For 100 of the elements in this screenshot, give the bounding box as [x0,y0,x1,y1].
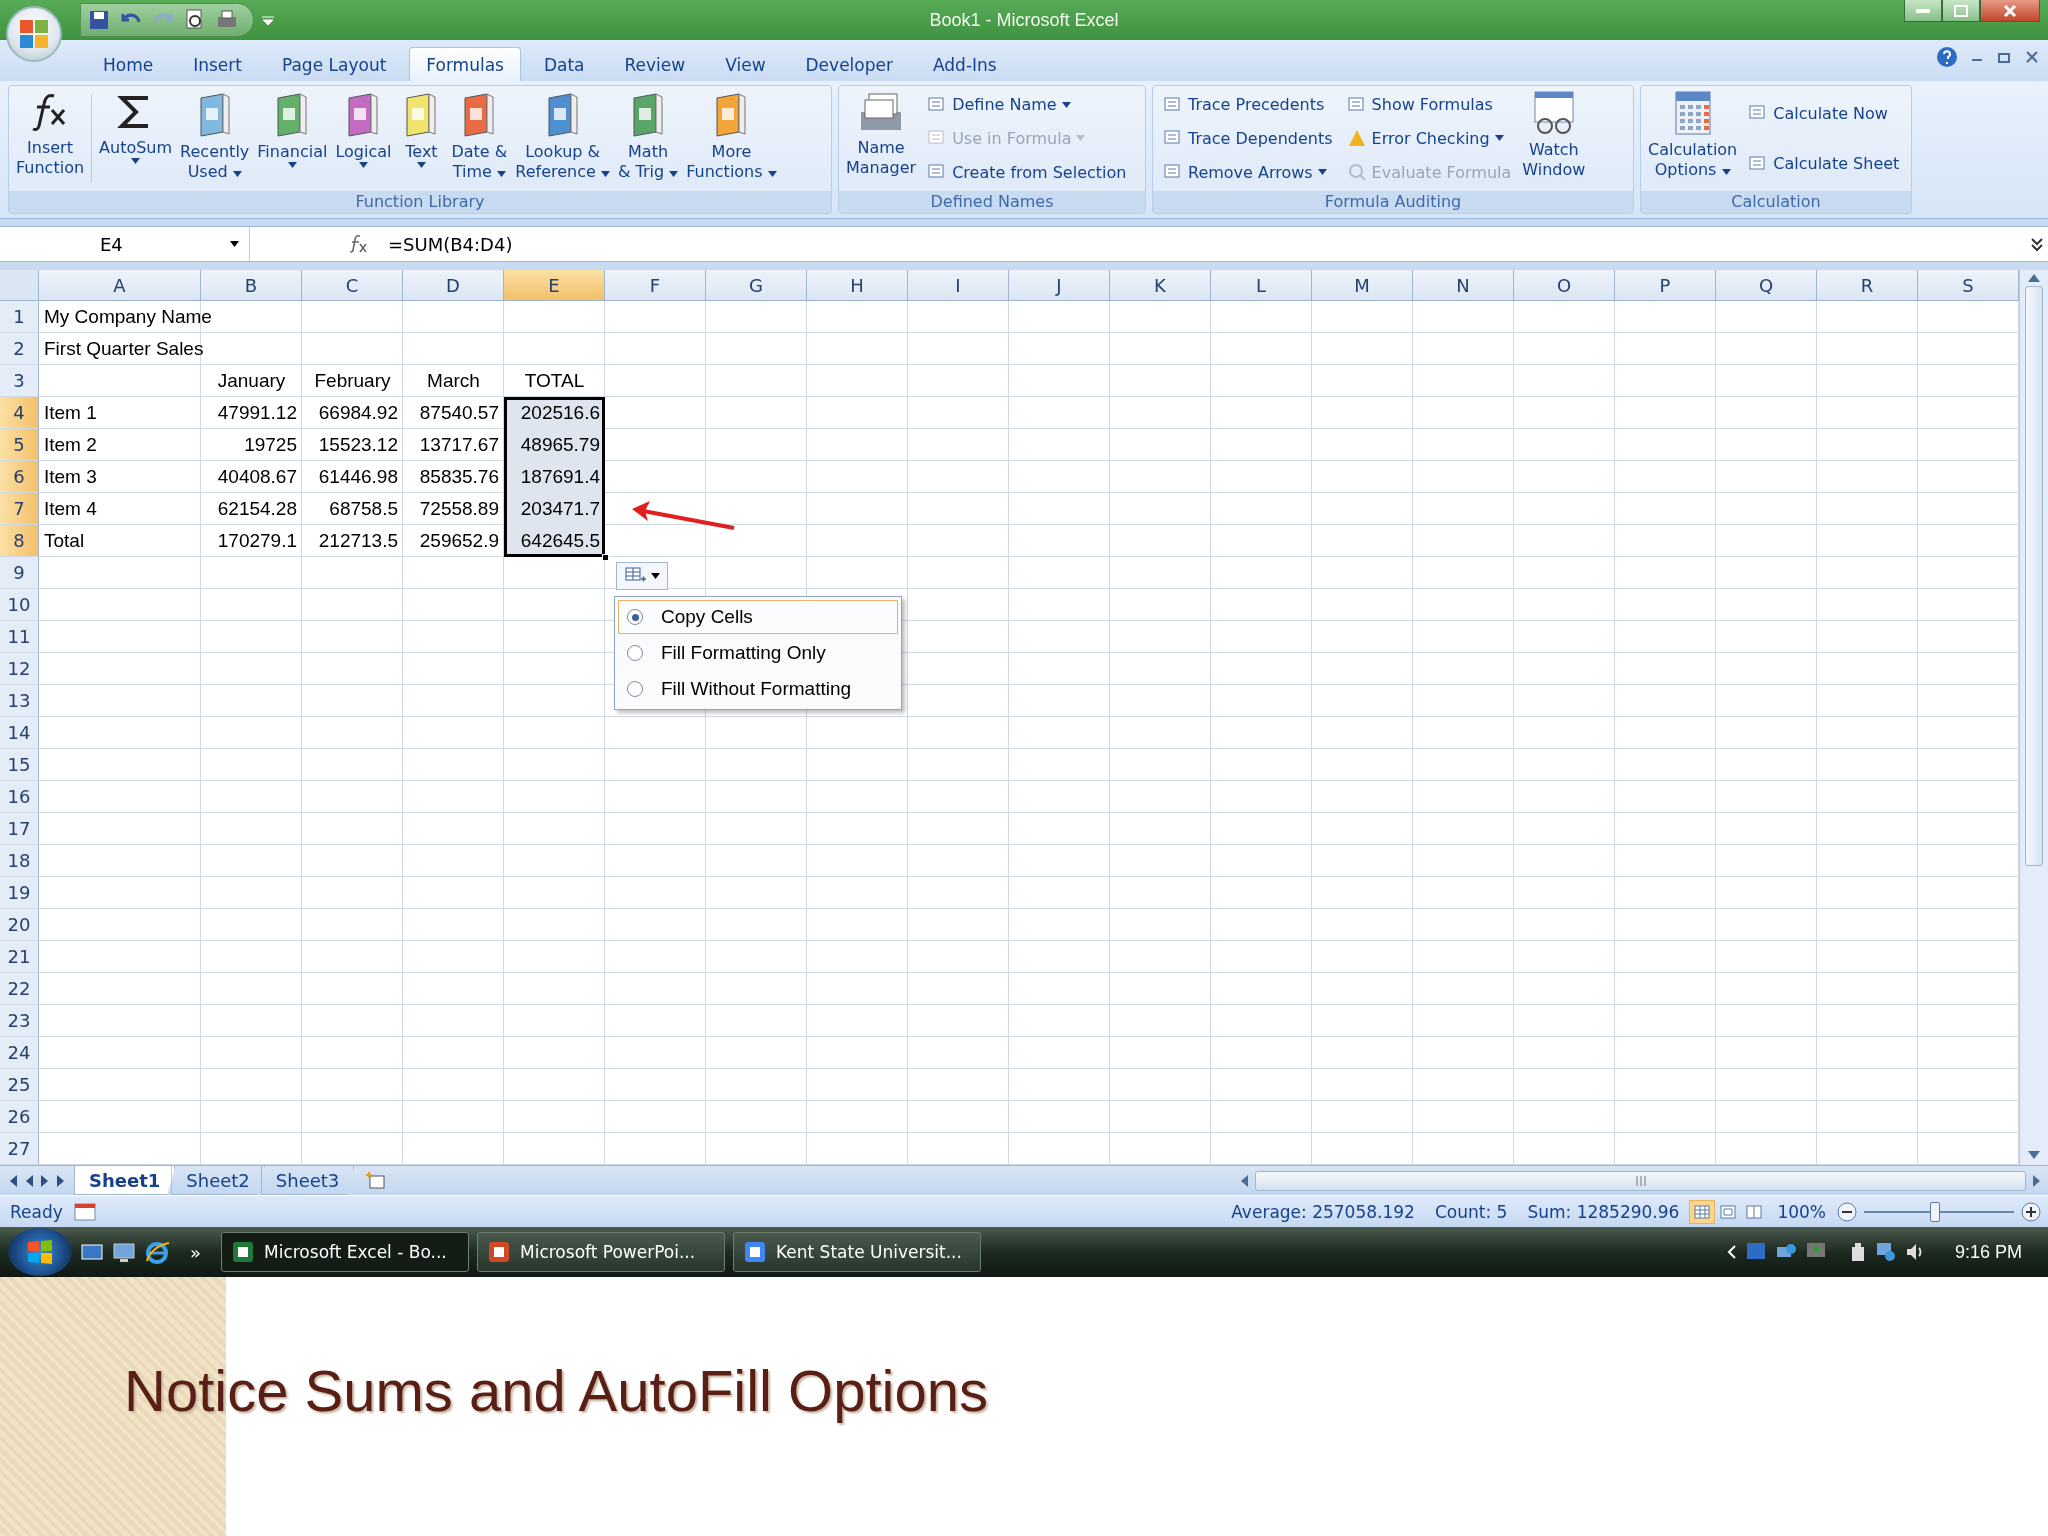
scroll-thumb[interactable] [2025,286,2043,866]
maximize-button[interactable] [1942,0,1980,22]
ribbon-button[interactable]: Math & Trig [614,88,682,189]
row-header[interactable]: 15 [0,749,39,781]
browser-icon[interactable] [144,1239,170,1265]
sheet-tab[interactable]: Sheet1 [74,1166,176,1195]
taskbar-button[interactable]: Microsoft PowerPoi... [477,1232,725,1272]
ribbon-button[interactable]: Calculate Now [1746,103,1902,124]
ribbon-button[interactable]: AutoSum [96,88,176,189]
scroll-up-icon[interactable] [2028,274,2040,282]
row-header[interactable]: 22 [0,973,39,1005]
scroll-right-icon[interactable] [2032,1174,2042,1187]
close-icon[interactable] [2026,51,2038,63]
ribbon-tab[interactable]: Home [86,47,171,81]
customize-caret-icon[interactable] [262,15,274,25]
row-header[interactable]: 25 [0,1069,39,1101]
column-header[interactable]: S [1918,270,2019,301]
row-header[interactable]: 14 [0,717,39,749]
column-header[interactable]: K [1110,270,1211,301]
ribbon-tab[interactable]: Add-Ins [915,47,1014,81]
ribbon-button[interactable]: Create from Selection [925,162,1129,183]
save-icon[interactable] [87,8,111,32]
row-header[interactable]: 26 [0,1101,39,1133]
scroll-left-icon[interactable] [1239,1174,1249,1187]
ribbon-tab[interactable]: Formulas [409,47,521,81]
ribbon-button[interactable]: Show Formulas [1344,94,1514,115]
row-header[interactable]: 21 [0,941,39,973]
chevron-left-icon[interactable] [1726,1245,1737,1259]
scroll-down-icon[interactable] [2028,1151,2040,1159]
start-button[interactable] [8,1228,72,1276]
column-header[interactable]: E [504,270,605,301]
ribbon-button[interactable]: Calculation Options [1645,88,1741,189]
row-header[interactable]: 2 [0,333,39,365]
fill-handle[interactable] [602,554,609,561]
help-icon[interactable] [1936,46,1958,68]
ribbon-button[interactable]: Lookup & Reference [512,88,613,189]
scroll-thumb[interactable] [1255,1170,2026,1191]
ribbon-button[interactable]: Calculate Sheet [1746,153,1902,174]
macro-record-icon[interactable] [72,1201,97,1222]
row-header[interactable]: 6 [0,461,39,493]
row-header[interactable]: 16 [0,781,39,813]
ribbon-button[interactable]: Trace Dependents [1161,128,1335,149]
ribbon-button[interactable]: Trace Precedents [1161,94,1335,115]
ribbon-tab[interactable]: Page Layout [264,47,404,81]
row-header[interactable]: 27 [0,1133,39,1165]
next-sheet-icon[interactable] [40,1174,50,1187]
ribbon-button[interactable]: Name Manager [843,88,920,189]
radio-button[interactable] [627,681,643,697]
network-icon[interactable] [1874,1241,1897,1263]
column-header[interactable]: H [807,270,908,301]
column-header[interactable]: Q [1716,270,1817,301]
more-button[interactable]: » [178,1241,213,1263]
ribbon-tab[interactable]: View [708,47,783,81]
ribbon-button[interactable]: Recently Used [177,88,253,189]
row-header[interactable]: 8 [0,525,39,557]
row-header[interactable]: 20 [0,909,39,941]
column-header[interactable]: D [403,270,504,301]
radio-button[interactable] [627,645,643,661]
vertical-scrollbar[interactable] [2019,270,2048,1165]
name-box[interactable]: E4 [0,227,250,261]
row-header[interactable]: 4 [0,397,39,429]
row-header[interactable]: 10 [0,589,39,621]
row-header[interactable]: 5 [0,429,39,461]
zoom-in-icon[interactable] [2020,1200,2042,1223]
row-header[interactable]: 13 [0,685,39,717]
ribbon-button[interactable]: Insert Function [13,88,88,189]
taskbar-button[interactable]: Microsoft Excel - Bo... [221,1232,469,1272]
column-header[interactable]: R [1817,270,1918,301]
column-header[interactable]: C [302,270,403,301]
ribbon-button[interactable]: More Functions [683,88,780,189]
previous-sheet-icon[interactable] [24,1174,34,1187]
last-sheet-icon[interactable] [56,1174,66,1187]
ribbon-tab[interactable]: Insert [176,47,259,81]
ribbon-button[interactable]: Remove Arrows [1161,162,1335,183]
ribbon-tab[interactable]: Data [526,47,602,81]
ribbon-button[interactable]: Date & Time [448,88,511,189]
ribbon-button[interactable]: Logical [332,88,395,189]
first-sheet-icon[interactable] [8,1174,18,1187]
column-header[interactable]: J [1009,270,1110,301]
taskbar-button[interactable]: Kent State Universit... [733,1232,981,1272]
row-header[interactable]: 17 [0,813,39,845]
row-header[interactable]: 1 [0,301,39,333]
column-header[interactable]: A [39,270,201,301]
menu-item[interactable]: Copy Cells [618,600,898,634]
zoom-out-icon[interactable] [1836,1200,1858,1223]
column-header[interactable]: P [1615,270,1716,301]
close-button[interactable] [1980,0,2040,22]
column-header[interactable]: L [1211,270,1312,301]
switch-windows-icon[interactable] [80,1241,104,1263]
column-header[interactable]: B [201,270,302,301]
column-header[interactable]: F [605,270,706,301]
ribbon-button[interactable]: Error Checking [1344,128,1514,149]
ribbon-tab[interactable]: Developer [788,47,910,81]
row-header[interactable]: 19 [0,877,39,909]
normal-view-button[interactable] [1689,1199,1716,1224]
ribbon-button[interactable]: Text [396,88,447,189]
row-header[interactable]: 7 [0,493,39,525]
slider-thumb[interactable] [1929,1201,1940,1222]
clock[interactable]: 9:16 PM [1954,1241,2022,1263]
ribbon-tab[interactable]: Review [607,47,703,81]
